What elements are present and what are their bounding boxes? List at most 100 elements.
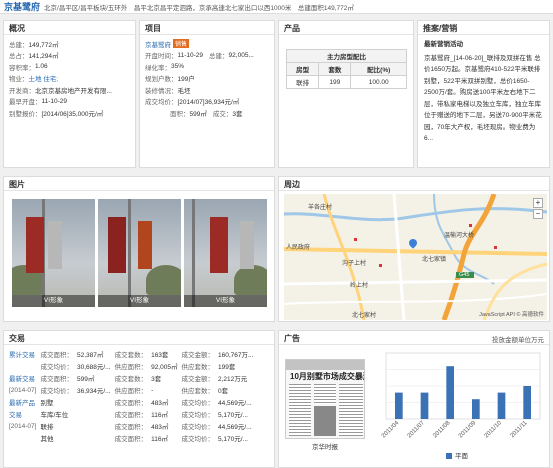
project-row: 绿化率： 35% [140,61,274,73]
chart-tick-label: 2011/08 [432,420,452,440]
map-label: 温榆河大桥 [444,233,475,239]
product-heading: 产品 [279,21,413,35]
table-row: 交易 车库/车位 成交面积： 116㎡ 成交均价： 5,170元/... [7,408,255,420]
table-cell: 最新交易 [9,376,35,383]
table-row: 累计交易 成交面积： 52,387㎡ 成交套数： 163套 成交金额： 160,767万..… [7,348,255,360]
photo-thumbnail[interactable]: VI形象 [98,199,181,307]
table-cell: 成交金额： [181,376,214,383]
field-label: 容积率： [9,64,35,72]
overview-panel: 概况 总建： 149,772㎡ 总占： 141,294㎡ 容积率： 1.06 物业： 土地 住… [3,20,136,168]
chart-bar [471,399,480,419]
table-cell: 5,170元/... [217,436,248,443]
zoom-in-button[interactable]: + [533,198,543,208]
field-value: 11-10-29 [177,51,204,59]
ad-spend-chart: 2011/04 2011/07 2011/08 2011/09 2011/10 2011/… [381,352,541,460]
table-cell: 30,688元/... [76,364,111,371]
map-label: 羊各庄村 [308,205,333,211]
table-cell: 成交均价： [40,364,73,371]
col-header: 房型 [285,62,320,76]
chart-tick-label: 2011/10 [484,420,504,440]
field-value: [2014/06]35,000元/㎡ [41,110,104,118]
overview-row: 最早开盘： 11-10-29 [4,96,135,108]
table-row: 最新交易 成交面积： 599㎡ 成交套数： 3套 成交金额： 2,212万元 [7,372,255,384]
photos-heading: 图片 [4,177,274,191]
project-title[interactable]: 京基鹭府 [4,0,40,13]
chart-legend-label: 平面 [455,452,469,460]
project-name-row: 京基鹭府 销售 [140,38,274,50]
photo-thumbnail[interactable]: VI形象 [184,199,267,307]
map-label: G45 [459,272,470,278]
table-cell: [2014-07] [9,386,37,394]
chart-tick-label: 2011/04 [381,420,401,440]
project-row: 开盘时间： 11-10-29 总建： 92,005... [140,50,274,62]
table-cell: 成交面积： [114,424,148,431]
photos-panel: 图片 VI形象 VI形象 VI形象 [3,176,275,322]
promo-subtitle: 最新营销活动 [424,41,463,48]
photo-thumbnail[interactable]: VI形象 [12,199,95,307]
overview-row: 物业： 土地 住宅; [4,73,135,85]
newspaper-caption: 京华时报 [312,444,338,451]
table-cell: 供应面积： [114,364,148,371]
table-cell: 车库/车位 [40,412,69,419]
table-cell: 成交均价： [181,400,214,407]
table-cell: 116㎡ [151,412,168,419]
field-value[interactable]: 土地 住宅; [29,73,59,83]
table-cell: 累计交易 [9,352,35,359]
field-label: 成交均价： [145,99,178,107]
field-value: 1.06 [35,63,48,71]
map-label: 岭上村 [350,283,369,289]
project-row: 规划户数： 199户 [140,73,274,85]
field-label: 成交： [212,110,233,118]
newspaper-thumbnail[interactable]: 10月别墅市场成交暴涨 [285,359,365,439]
table-cell: 成交面积： [40,376,73,383]
product-panel: 产品 主力房型配比 房型 套数 配比(%) 联排 199 100.00 [278,20,414,168]
ad-heading: 广告 投放金额单位万元 [279,331,549,345]
status-badge: 销售 [173,39,190,49]
chart-tick-label: 2011/07 [407,420,427,440]
trade-heading: 交易 [4,331,274,345]
table-cell: 成交套数： [114,352,148,359]
table-cell: 最新产品 [9,400,35,407]
project-row: 装修情况： 毛坯 [140,84,274,96]
project-name-link[interactable]: 京基鹭府 [145,39,171,49]
field-value: 92,005... [228,51,254,59]
trade-panel: 交易 累计交易 成交面积： 52,387㎡ 成交套数： 163套 成交金额： 160,767… [3,330,275,468]
chart-legend-swatch [446,453,452,459]
promo-text[interactable]: 京基鹭府_[14-06-20]_联排及双拼在售 总价1650万起。京基鹭府410… [424,53,543,145]
table-cell [7,360,38,372]
newspaper-headline: 10月别墅市场成交暴涨 [290,372,365,381]
table-cell: 599㎡ [76,376,95,383]
zoom-out-button[interactable]: − [533,209,543,219]
table-cell: 成交面积： [40,352,73,359]
table-cell [75,408,113,420]
table-cell: 成交面积： [114,436,148,443]
project-panel: 项目 京基鹭府 销售 开盘时间： 11-10-29 总建： 92,005... 绿化率：… [139,20,275,168]
chart-tick-label: 2011/11 [510,420,529,439]
field-value: 毛坯 [177,87,191,95]
zoom-control: + − [533,198,543,219]
trade-table: 累计交易 成交面积： 52,387㎡ 成交套数： 163套 成交金额： 160,767万..… [7,348,255,444]
map-label: 北七家村 [352,313,377,319]
overview-row: 总建： 149,772㎡ [4,38,135,50]
table-cell: 别墅 [40,400,54,407]
table-cell: 92,005㎡ [151,364,178,371]
table-row: 最新产品 别墅 成交面积： 483㎡ 成交均价： 44,569元/... [7,396,255,408]
table-cell: 100.00 [350,75,407,89]
field-label: 最早开盘： [9,99,42,107]
map-view[interactable]: 羊各庄村 温榆河大桥 人民政府 沟子上村 北七家镇 岭上村 北七家村 G45 +… [284,194,547,320]
table-cell: 163套 [151,352,169,359]
table-cell [75,432,113,444]
table-cell: 199 [318,75,352,89]
ad-panel: 广告 投放金额单位万元 10月别墅市场成交暴涨 京华时报 2011/04 2011… [278,330,550,468]
field-value: 149,772㎡ [28,41,59,49]
table-cell: 483㎡ [151,400,169,407]
table-cell: 成交金额： [181,352,214,359]
location-pin-icon[interactable] [407,237,419,250]
map-roads [284,194,547,320]
field-label: 开发商： [9,87,35,95]
table-row: 成交均价： 30,688元/... 供应面积： 92,005㎡ 供应套数： 199套 [7,360,255,372]
field-label: 总占： [9,53,29,61]
table-cell: 0套 [217,388,229,395]
table-cell [75,396,113,408]
map-panel: 周边 羊各庄村 温榆河大桥 人民政府 沟子上村 北七家镇 岭上村 北七家村 G4… [278,176,550,322]
